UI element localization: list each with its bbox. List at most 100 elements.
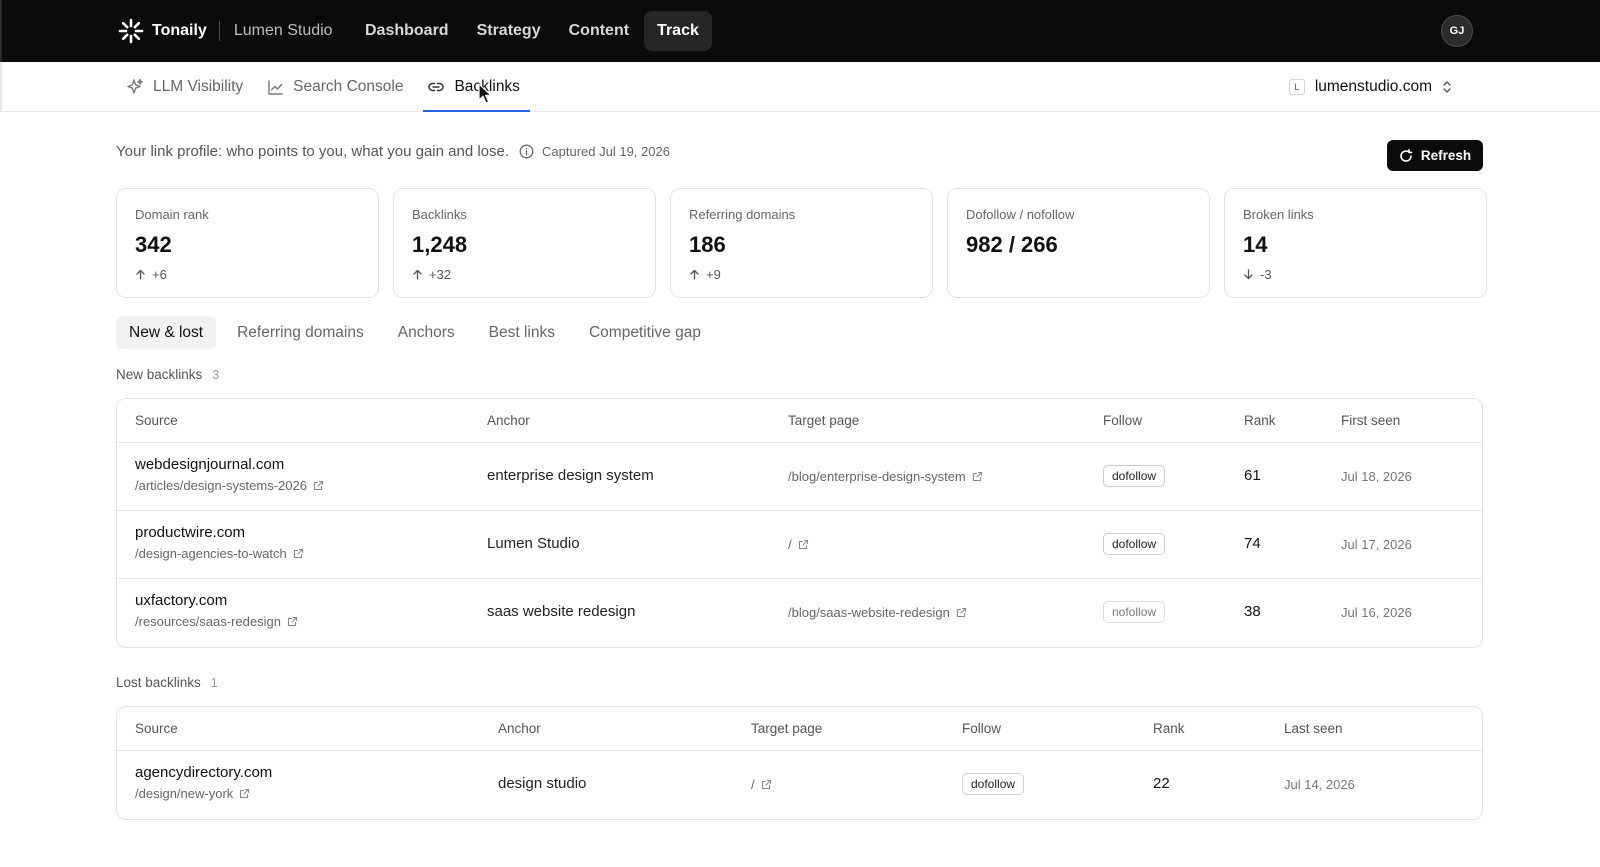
target-page[interactable]: /blog/saas-website-redesign (788, 605, 967, 620)
anchor-text: design studio (498, 775, 587, 792)
column-header: Rank (1244, 413, 1276, 428)
source-path-text: /resources/saas-redesign (135, 614, 281, 629)
table-row[interactable]: agencydirectory.com /design/new-york des… (117, 751, 1482, 819)
tab-anchors[interactable]: Anchors (385, 316, 468, 349)
source-path-text: /design/new-york (135, 786, 234, 801)
table-row[interactable]: webdesignjournal.com /articles/design-sy… (117, 443, 1482, 511)
source-path[interactable]: /design/new-york (135, 786, 272, 801)
stat-delta: +32 (412, 267, 637, 282)
stat-delta-value: +32 (429, 267, 452, 282)
refresh-button[interactable]: Refresh (1387, 140, 1483, 171)
table-row[interactable]: uxfactory.com /resources/saas-redesign s… (117, 579, 1482, 647)
first-seen-date: Jul 16, 2026 (1341, 605, 1412, 620)
source-path[interactable]: /design-agencies-to-watch (135, 546, 304, 561)
captured-date: Captured Jul 19, 2026 (542, 144, 670, 159)
tab-label: LLM Visibility (153, 78, 244, 95)
lost-backlinks-table: Source Anchor Target page Follow Rank La… (116, 706, 1483, 820)
section-count: 1 (210, 675, 218, 690)
external-link-icon[interactable] (972, 471, 983, 482)
tab-best-links[interactable]: Best links (476, 316, 568, 349)
target-page-text: /blog/saas-website-redesign (788, 605, 950, 620)
intro-row: Your link profile: who points to you, wh… (116, 143, 670, 160)
external-link-icon[interactable] (956, 607, 967, 618)
nav-dashboard[interactable]: Dashboard (352, 11, 462, 51)
new-backlinks-heading: New backlinks 3 (116, 367, 219, 382)
stat-card-dofollow-nofollow: Dofollow / nofollow 982 / 266 (947, 188, 1210, 298)
stat-delta-value: +9 (706, 267, 721, 282)
stat-value: 342 (135, 232, 172, 257)
avatar[interactable]: GJ (1441, 15, 1473, 47)
section-title: New backlinks (116, 367, 203, 382)
target-page[interactable]: / (788, 537, 809, 552)
refresh-icon (1400, 148, 1413, 162)
tab-search-console[interactable]: Search Console (257, 62, 413, 112)
column-header: Target page (788, 413, 860, 428)
follow-badge: dofollow (1103, 533, 1166, 555)
refresh-label: Refresh (1420, 148, 1472, 163)
column-header: Rank (1153, 721, 1185, 736)
table-header: Source Anchor Target page Follow Rank Fi… (117, 399, 1482, 443)
domain-selector[interactable]: L lumenstudio.com (1288, 75, 1452, 99)
last-seen-date: Jul 14, 2026 (1284, 777, 1355, 792)
column-header: Target page (751, 721, 823, 736)
arrow-up-icon (690, 269, 699, 280)
arrow-up-icon (136, 269, 145, 280)
table-row[interactable]: productwire.com /design-agencies-to-watc… (117, 511, 1482, 579)
nav-track[interactable]: Track (644, 11, 712, 51)
first-seen-date: Jul 17, 2026 (1341, 537, 1412, 552)
brand[interactable]: Tonaily Lumen Studio (118, 17, 333, 45)
link-icon (428, 82, 445, 92)
info-icon[interactable] (519, 144, 534, 159)
stat-card-backlinks: Backlinks 1,248 +32 (393, 188, 656, 298)
stat-label: Backlinks (412, 207, 467, 222)
section-count: 3 (212, 367, 220, 382)
column-header: Follow (1103, 413, 1143, 428)
nav-strategy[interactable]: Strategy (464, 11, 554, 51)
stat-delta: -3 (1243, 267, 1468, 282)
stat-label: Dofollow / nofollow (966, 207, 1075, 222)
external-link-icon[interactable] (293, 548, 304, 559)
nav-content[interactable]: Content (556, 11, 642, 51)
rank-value: 74 (1244, 535, 1261, 552)
main-nav: Dashboard Strategy Content Track (352, 11, 712, 51)
stat-label: Broken links (1243, 207, 1314, 222)
stat-delta: +6 (135, 267, 360, 282)
external-link-icon[interactable] (798, 539, 809, 550)
section-title: Lost backlinks (116, 675, 201, 690)
stat-card-broken-links: Broken links 14 -3 (1224, 188, 1487, 298)
tab-referring-domains[interactable]: Referring domains (224, 316, 377, 349)
first-seen-date: Jul 18, 2026 (1341, 469, 1412, 484)
domain-badge: L (1288, 79, 1305, 95)
target-page[interactable]: / (751, 777, 772, 792)
brand-divider (218, 21, 220, 41)
external-link-icon[interactable] (313, 480, 324, 491)
chevron-up-down-icon (1443, 81, 1451, 93)
target-page-text: / (788, 537, 792, 552)
target-page[interactable]: /blog/enterprise-design-system (788, 469, 983, 484)
lost-backlinks-heading: Lost backlinks 1 (116, 675, 218, 690)
source-domain[interactable]: productwire.com (135, 524, 304, 541)
target-page-text: /blog/enterprise-design-system (788, 469, 966, 484)
column-header: First seen (1341, 413, 1401, 428)
tab-backlinks[interactable]: Backlinks (417, 62, 531, 112)
stat-value: 1,248 (412, 232, 468, 257)
tab-new-and-lost[interactable]: New & lost (116, 316, 217, 349)
source-domain[interactable]: uxfactory.com (135, 592, 298, 609)
source-path[interactable]: /articles/design-systems-2026 (135, 478, 324, 493)
external-link-icon[interactable] (761, 779, 772, 790)
section-tabs: New & lost Referring domains Anchors Bes… (116, 316, 718, 349)
external-link-icon[interactable] (287, 616, 298, 627)
follow-badge: dofollow (962, 773, 1025, 795)
rank-value: 38 (1244, 603, 1261, 620)
stat-label: Domain rank (135, 207, 209, 222)
tab-competitive-gap[interactable]: Competitive gap (576, 316, 714, 349)
tab-llm-visibility[interactable]: LLM Visibility (116, 62, 253, 112)
stat-delta: +9 (689, 267, 914, 282)
external-link-icon[interactable] (239, 788, 250, 799)
anchor-text: Lumen Studio (487, 535, 580, 552)
target-page-text: / (751, 777, 755, 792)
workspace-name[interactable]: Lumen Studio (234, 22, 333, 40)
source-domain[interactable]: webdesignjournal.com (135, 456, 324, 473)
source-path[interactable]: /resources/saas-redesign (135, 614, 298, 629)
source-domain[interactable]: agencydirectory.com (135, 764, 272, 781)
